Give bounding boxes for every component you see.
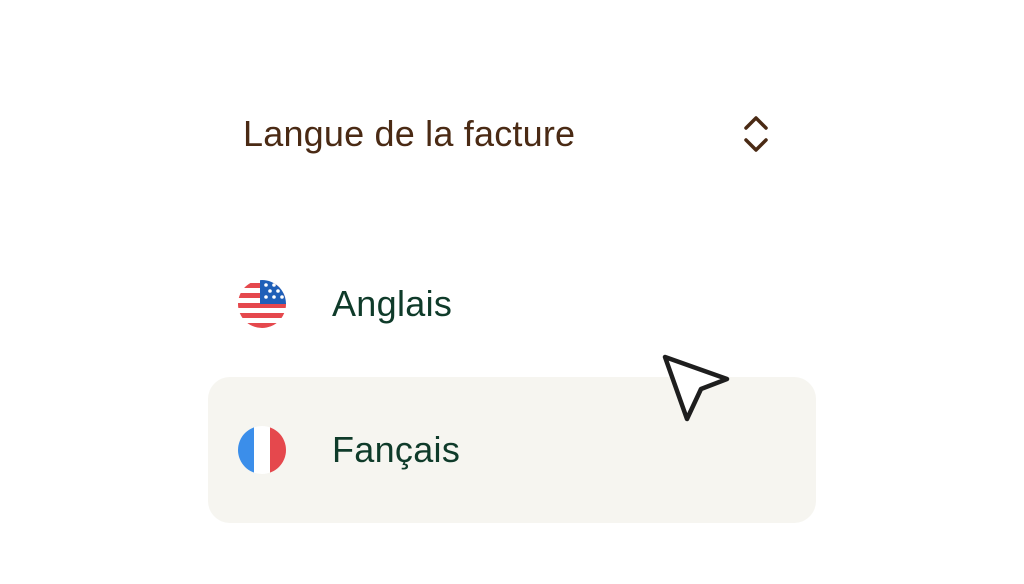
france-flag-icon — [238, 426, 286, 474]
option-english[interactable]: Anglais — [208, 231, 816, 377]
select-label: Langue de la facture — [243, 113, 576, 154]
us-flag-icon — [238, 280, 286, 328]
invoice-language-select[interactable]: Langue de la facture — [243, 104, 783, 164]
option-french[interactable]: Fançais — [208, 377, 816, 523]
chevron-up-down-icon[interactable] — [741, 112, 771, 156]
option-label: Anglais — [332, 283, 453, 324]
option-label: Fançais — [332, 429, 461, 470]
language-picker: Langue de la facture Anglais Fançais — [0, 0, 1024, 584]
